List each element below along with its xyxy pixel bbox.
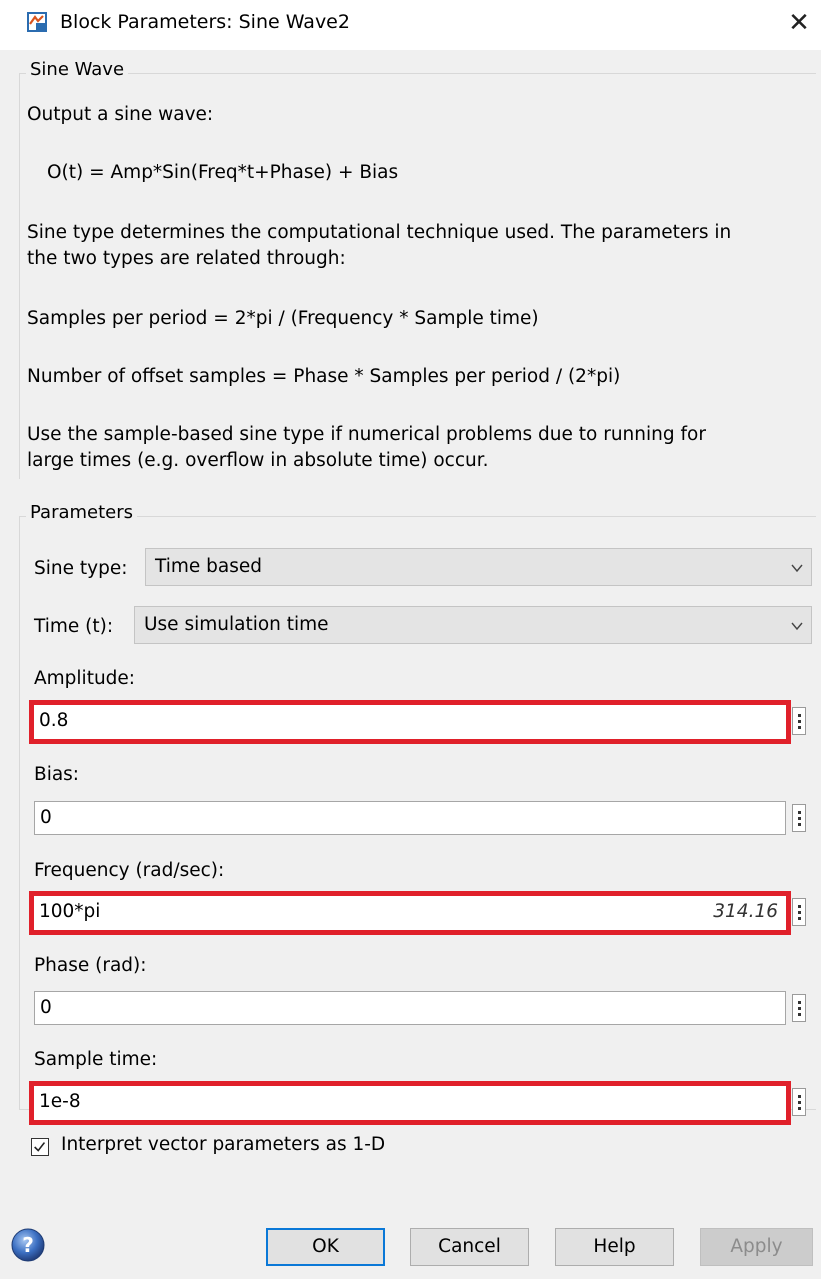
- description-legend: Sine Wave: [26, 59, 129, 80]
- phase-input[interactable]: 0: [34, 991, 786, 1025]
- parameters-legend: Parameters: [26, 502, 138, 523]
- time-dropdown[interactable]: Use simulation time: [134, 606, 812, 644]
- amplitude-input[interactable]: 0.8: [29, 700, 791, 744]
- amplitude-value: 0.8: [39, 710, 69, 731]
- interpret-vector-label: Interpret vector parameters as 1-D: [61, 1134, 386, 1155]
- frequency-evaluated-value: 314.16: [713, 901, 778, 922]
- description-line: the two types are related through:: [27, 248, 346, 269]
- time-label: Time (t):: [34, 616, 114, 637]
- sample-time-input[interactable]: 1e-8: [29, 1081, 791, 1125]
- description-line: large times (e.g. overflow in absolute t…: [27, 450, 489, 471]
- amplitude-more-options-icon[interactable]: [792, 707, 806, 735]
- sample-time-value: 1e-8: [39, 1091, 81, 1112]
- window-title: Block Parameters: Sine Wave2: [60, 11, 350, 33]
- time-value: Use simulation time: [144, 614, 329, 635]
- simulink-block-icon: [27, 12, 47, 32]
- phase-more-options-icon[interactable]: [792, 994, 806, 1022]
- interpret-vector-checkbox[interactable]: [31, 1138, 49, 1156]
- ok-button[interactable]: OK: [266, 1228, 385, 1266]
- frequency-label: Frequency (rad/sec):: [34, 860, 225, 881]
- help-button[interactable]: Help: [555, 1228, 674, 1266]
- help-icon[interactable]: ?: [11, 1228, 45, 1262]
- bias-input[interactable]: 0: [34, 801, 786, 835]
- description-line: Use the sample-based sine type if numeri…: [27, 424, 706, 445]
- bias-value: 0: [40, 807, 52, 828]
- phase-label: Phase (rad):: [34, 955, 147, 976]
- sine-type-value: Time based: [155, 556, 262, 577]
- title-bar: Block Parameters: Sine Wave2 ✕: [0, 0, 821, 50]
- phase-value: 0: [40, 997, 52, 1018]
- sample-time-label: Sample time:: [34, 1049, 158, 1070]
- sine-type-dropdown[interactable]: Time based: [145, 548, 812, 586]
- description-line: Number of offset samples = Phase * Sampl…: [27, 366, 621, 387]
- frequency-more-options-icon[interactable]: [792, 898, 806, 926]
- svg-text:?: ?: [22, 1233, 34, 1257]
- description-group: Sine Wave: [19, 59, 816, 479]
- frequency-value: 100*pi: [39, 901, 101, 922]
- description-line: Sine type determines the computational t…: [27, 222, 732, 243]
- chevron-down-icon: [791, 622, 803, 631]
- sine-type-label: Sine type:: [34, 558, 128, 579]
- close-icon[interactable]: ✕: [786, 8, 812, 38]
- apply-button[interactable]: Apply: [700, 1228, 813, 1266]
- amplitude-label: Amplitude:: [34, 668, 136, 689]
- description-formula: O(t) = Amp*Sin(Freq*t+Phase) + Bias: [47, 162, 399, 183]
- checkmark-icon: [34, 1142, 46, 1152]
- description-line: Output a sine wave:: [27, 104, 214, 125]
- description-line: Samples per period = 2*pi / (Frequency *…: [27, 308, 539, 329]
- bias-more-options-icon[interactable]: [792, 804, 806, 832]
- bias-label: Bias:: [34, 764, 80, 785]
- chevron-down-icon: [791, 564, 803, 573]
- sample-time-more-options-icon[interactable]: [792, 1088, 806, 1116]
- cancel-button[interactable]: Cancel: [410, 1228, 529, 1266]
- frequency-input[interactable]: 100*pi 314.16: [29, 891, 791, 935]
